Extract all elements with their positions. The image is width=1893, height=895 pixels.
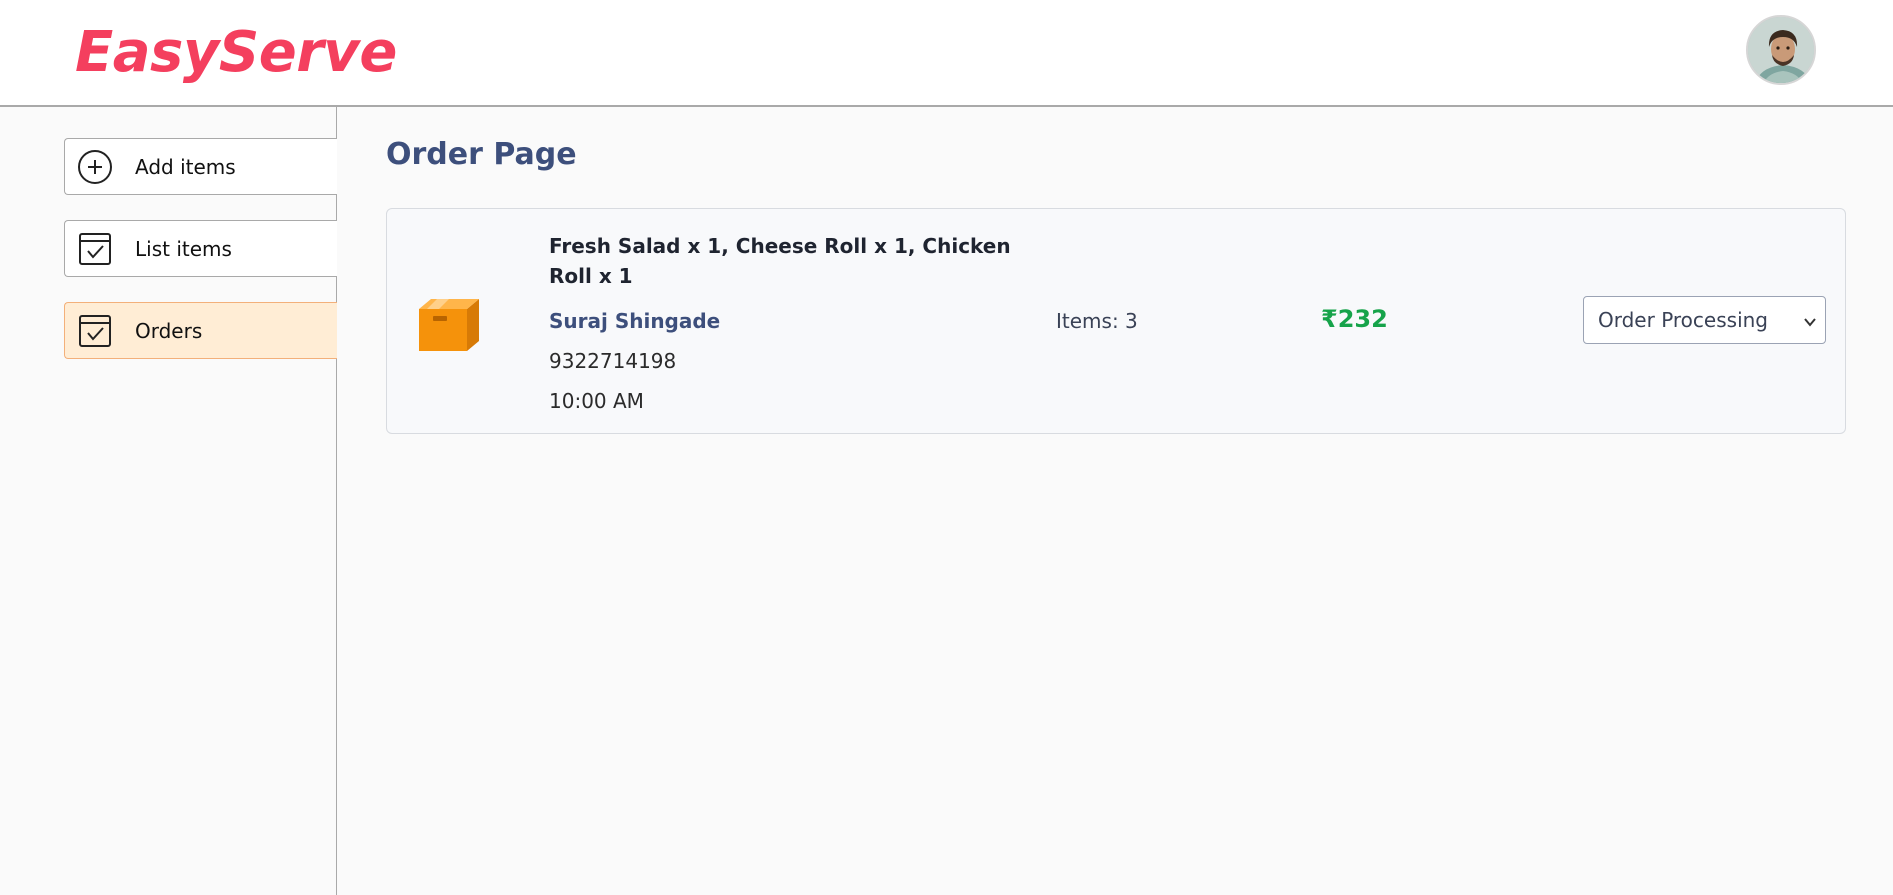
add-circle-icon bbox=[77, 149, 113, 185]
page-title: Order Page bbox=[386, 137, 577, 172]
orders-check-icon bbox=[77, 313, 113, 349]
sidebar-item-label: List items bbox=[135, 236, 232, 261]
chevron-down-icon bbox=[1803, 314, 1817, 328]
order-status-value: Order Processing bbox=[1598, 308, 1768, 332]
items-count: Items: 3 bbox=[1056, 309, 1138, 333]
sidebar-item-label: Orders bbox=[135, 318, 203, 343]
sidebar-item-add-items[interactable]: Add items bbox=[64, 138, 337, 195]
avatar-image bbox=[1748, 17, 1814, 83]
sidebar-item-orders[interactable]: Orders bbox=[64, 302, 337, 359]
top-navbar: EasyServe bbox=[0, 0, 1893, 107]
sidebar-item-list-items[interactable]: List items bbox=[64, 220, 337, 277]
order-price: ₹232 bbox=[1321, 305, 1388, 333]
parcel-icon bbox=[415, 289, 481, 355]
app-logo[interactable]: EasyServe bbox=[75, 18, 397, 88]
sidebar-item-label: Add items bbox=[135, 154, 236, 179]
sidebar: Add items List items Orders bbox=[0, 107, 337, 895]
order-status-select[interactable]: Order Processing bbox=[1583, 296, 1826, 344]
customer-phone: 9322714198 bbox=[549, 349, 677, 373]
customer-name: Suraj Shingade bbox=[549, 309, 721, 333]
order-time: 10:00 AM bbox=[549, 389, 644, 413]
checklist-icon bbox=[77, 231, 113, 267]
user-avatar[interactable] bbox=[1746, 15, 1816, 85]
order-card: Fresh Salad x 1, Cheese Roll x 1, Chicke… bbox=[386, 208, 1846, 434]
order-items-summary: Fresh Salad x 1, Cheese Roll x 1, Chicke… bbox=[549, 234, 1011, 288]
